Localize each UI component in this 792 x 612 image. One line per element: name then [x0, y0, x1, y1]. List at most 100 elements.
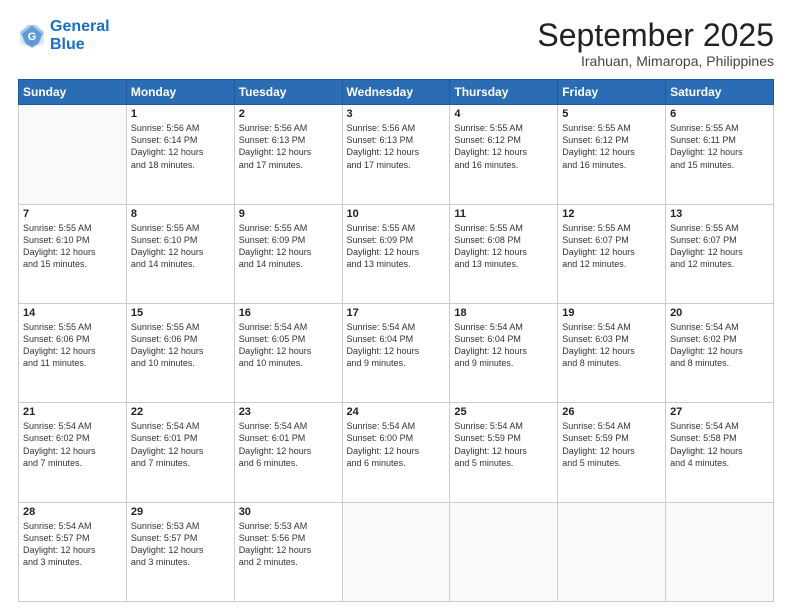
day-number: 5 — [562, 108, 661, 120]
day-number: 2 — [239, 108, 338, 120]
calendar-cell — [342, 502, 450, 601]
day-info: Sunrise: 5:54 AM Sunset: 6:05 PM Dayligh… — [239, 321, 338, 370]
day-number: 23 — [239, 406, 338, 418]
day-info: Sunrise: 5:54 AM Sunset: 5:59 PM Dayligh… — [562, 420, 661, 469]
day-info: Sunrise: 5:54 AM Sunset: 5:58 PM Dayligh… — [670, 420, 769, 469]
calendar-cell: 5 Sunrise: 5:55 AM Sunset: 6:12 PM Daylig… — [558, 105, 666, 204]
calendar-cell: 9Sunrise: 5:55 AM Sunset: 6:09 PM Daylig… — [234, 204, 342, 303]
day-number: 14 — [23, 307, 122, 319]
calendar-cell — [450, 502, 558, 601]
day-info: Sunrise: 5:55 AM Sunset: 6:12 PM Dayligh… — [562, 122, 661, 171]
location-subtitle: Irahuan, Mimaropa, Philippines — [537, 53, 774, 69]
day-number: 11 — [454, 208, 553, 220]
day-number: 16 — [239, 307, 338, 319]
weekday-header-friday: Friday — [558, 80, 666, 105]
calendar-cell: 22Sunrise: 5:54 AM Sunset: 6:01 PM Dayli… — [126, 403, 234, 502]
day-info: Sunrise: 5:56 AM Sunset: 6:13 PM Dayligh… — [239, 122, 338, 171]
day-number: 17 — [347, 307, 446, 319]
title-block: September 2025 Irahuan, Mimaropa, Philip… — [537, 18, 774, 69]
day-info: Sunrise: 5:54 AM Sunset: 6:02 PM Dayligh… — [23, 420, 122, 469]
week-row-5: 28 Sunrise: 5:54 AM Sunset: 5:57 PM Dayli… — [19, 502, 774, 601]
day-number: 10 — [347, 208, 446, 220]
header: G General Blue September 2025 Irahuan, M… — [18, 18, 774, 69]
day-number: 12 — [562, 208, 661, 220]
calendar-cell: 20 Sunrise: 5:54 AM Sunset: 6:02 PM Dayli… — [666, 303, 774, 402]
day-info: Sunrise: 5:55 AM Sunset: 6:11 PM Dayligh… — [670, 122, 769, 171]
svg-text:G: G — [28, 31, 37, 43]
day-number: 24 — [347, 406, 446, 418]
day-info: Sunrise: 5:54 AM Sunset: 6:03 PM Dayligh… — [562, 321, 661, 370]
logo-general: General — [50, 18, 110, 35]
calendar-cell: 1Sunrise: 5:56 AM Sunset: 6:14 PM Daylig… — [126, 105, 234, 204]
day-number: 20 — [670, 307, 769, 319]
calendar-cell: 4Sunrise: 5:55 AM Sunset: 6:12 PM Daylig… — [450, 105, 558, 204]
day-info: Sunrise: 5:54 AM Sunset: 6:04 PM Dayligh… — [454, 321, 553, 370]
day-info: Sunrise: 5:55 AM Sunset: 6:09 PM Dayligh… — [239, 222, 338, 271]
day-number: 26 — [562, 406, 661, 418]
day-info: Sunrise: 5:56 AM Sunset: 6:13 PM Dayligh… — [347, 122, 446, 171]
calendar-cell — [19, 105, 127, 204]
day-info: Sunrise: 5:55 AM Sunset: 6:08 PM Dayligh… — [454, 222, 553, 271]
month-title: September 2025 — [537, 18, 774, 53]
weekday-header-sunday: Sunday — [19, 80, 127, 105]
calendar-cell: 26 Sunrise: 5:54 AM Sunset: 5:59 PM Dayli… — [558, 403, 666, 502]
day-info: Sunrise: 5:55 AM Sunset: 6:12 PM Dayligh… — [454, 122, 553, 171]
calendar-cell: 17 Sunrise: 5:54 AM Sunset: 6:04 PM Dayli… — [342, 303, 450, 402]
logo-icon: G — [18, 22, 46, 50]
day-info: Sunrise: 5:55 AM Sunset: 6:06 PM Dayligh… — [23, 321, 122, 370]
day-number: 27 — [670, 406, 769, 418]
week-row-2: 7Sunrise: 5:55 AM Sunset: 6:10 PM Daylig… — [19, 204, 774, 303]
weekday-header-saturday: Saturday — [666, 80, 774, 105]
day-number: 13 — [670, 208, 769, 220]
calendar-cell: 2 Sunrise: 5:56 AM Sunset: 6:13 PM Daylig… — [234, 105, 342, 204]
calendar-cell: 21Sunrise: 5:54 AM Sunset: 6:02 PM Dayli… — [19, 403, 127, 502]
calendar-cell: 15 Sunrise: 5:55 AM Sunset: 6:06 PM Dayli… — [126, 303, 234, 402]
day-info: Sunrise: 5:56 AM Sunset: 6:14 PM Dayligh… — [131, 122, 230, 171]
day-info: Sunrise: 5:54 AM Sunset: 6:01 PM Dayligh… — [239, 420, 338, 469]
day-info: Sunrise: 5:53 AM Sunset: 5:57 PM Dayligh… — [131, 520, 230, 569]
weekday-header-thursday: Thursday — [450, 80, 558, 105]
day-info: Sunrise: 5:54 AM Sunset: 6:04 PM Dayligh… — [347, 321, 446, 370]
calendar-cell: 8 Sunrise: 5:55 AM Sunset: 6:10 PM Daylig… — [126, 204, 234, 303]
week-row-4: 21Sunrise: 5:54 AM Sunset: 6:02 PM Dayli… — [19, 403, 774, 502]
day-number: 3 — [347, 108, 446, 120]
day-number: 25 — [454, 406, 553, 418]
calendar-cell: 14 Sunrise: 5:55 AM Sunset: 6:06 PM Dayli… — [19, 303, 127, 402]
day-info: Sunrise: 5:54 AM Sunset: 6:02 PM Dayligh… — [670, 321, 769, 370]
page: G General Blue September 2025 Irahuan, M… — [0, 0, 792, 612]
day-info: Sunrise: 5:54 AM Sunset: 5:57 PM Dayligh… — [23, 520, 122, 569]
calendar-cell: 29 Sunrise: 5:53 AM Sunset: 5:57 PM Dayli… — [126, 502, 234, 601]
calendar-cell: 30 Sunrise: 5:53 AM Sunset: 5:56 PM Dayli… — [234, 502, 342, 601]
calendar-cell: 24Sunrise: 5:54 AM Sunset: 6:00 PM Dayli… — [342, 403, 450, 502]
calendar-cell: 10 Sunrise: 5:55 AM Sunset: 6:09 PM Dayli… — [342, 204, 450, 303]
calendar-cell: 6Sunrise: 5:55 AM Sunset: 6:11 PM Daylig… — [666, 105, 774, 204]
logo-blue: Blue — [50, 36, 110, 54]
calendar-cell — [558, 502, 666, 601]
day-number: 8 — [131, 208, 230, 220]
day-number: 29 — [131, 506, 230, 518]
day-info: Sunrise: 5:55 AM Sunset: 6:10 PM Dayligh… — [23, 222, 122, 271]
day-number: 18 — [454, 307, 553, 319]
calendar-cell: 25 Sunrise: 5:54 AM Sunset: 5:59 PM Dayli… — [450, 403, 558, 502]
day-number: 15 — [131, 307, 230, 319]
day-info: Sunrise: 5:55 AM Sunset: 6:09 PM Dayligh… — [347, 222, 446, 271]
day-info: Sunrise: 5:55 AM Sunset: 6:06 PM Dayligh… — [131, 321, 230, 370]
calendar-cell: 3 Sunrise: 5:56 AM Sunset: 6:13 PM Daylig… — [342, 105, 450, 204]
day-info: Sunrise: 5:55 AM Sunset: 6:07 PM Dayligh… — [562, 222, 661, 271]
logo: G General Blue — [18, 18, 110, 53]
day-info: Sunrise: 5:53 AM Sunset: 5:56 PM Dayligh… — [239, 520, 338, 569]
week-row-3: 14 Sunrise: 5:55 AM Sunset: 6:06 PM Dayli… — [19, 303, 774, 402]
weekday-header-row: SundayMondayTuesdayWednesdayThursdayFrid… — [19, 80, 774, 105]
day-info: Sunrise: 5:55 AM Sunset: 6:10 PM Dayligh… — [131, 222, 230, 271]
weekday-header-monday: Monday — [126, 80, 234, 105]
day-info: Sunrise: 5:54 AM Sunset: 5:59 PM Dayligh… — [454, 420, 553, 469]
weekday-header-tuesday: Tuesday — [234, 80, 342, 105]
day-number: 30 — [239, 506, 338, 518]
calendar-cell: 19Sunrise: 5:54 AM Sunset: 6:03 PM Dayli… — [558, 303, 666, 402]
calendar-cell — [666, 502, 774, 601]
day-number: 22 — [131, 406, 230, 418]
day-number: 28 — [23, 506, 122, 518]
calendar-table: SundayMondayTuesdayWednesdayThursdayFrid… — [18, 79, 774, 602]
calendar-cell: 27 Sunrise: 5:54 AM Sunset: 5:58 PM Dayli… — [666, 403, 774, 502]
calendar-cell: 13Sunrise: 5:55 AM Sunset: 6:07 PM Dayli… — [666, 204, 774, 303]
